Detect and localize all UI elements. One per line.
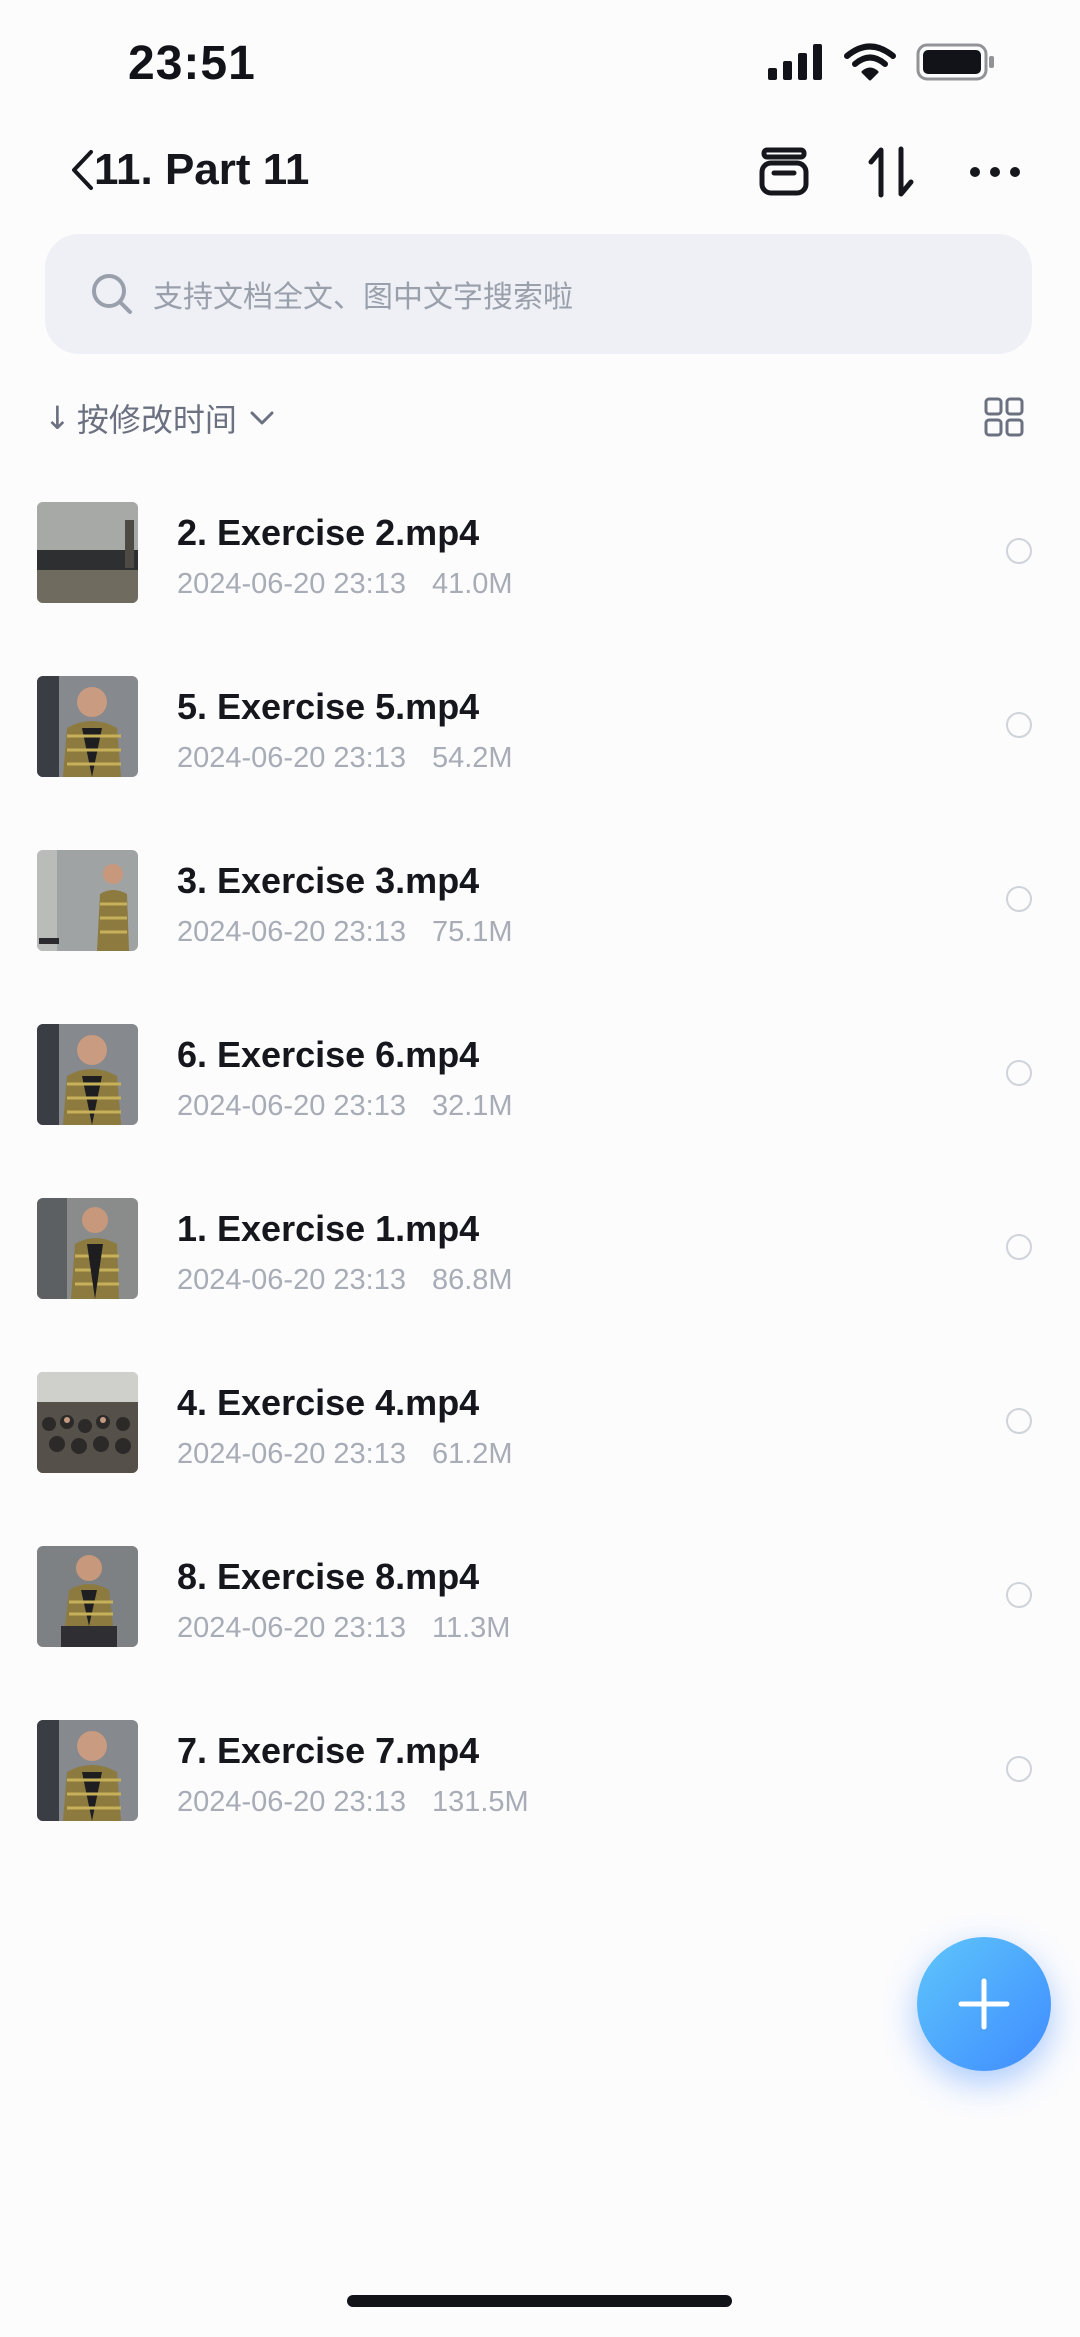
video-thumbnail [37,1372,138,1473]
more-icon [970,167,1020,177]
file-name: 4. Exercise 4.mp4 [177,1382,480,1423]
archive-button[interactable] [752,140,816,204]
file-meta: 2024-06-20 23:13 86.8M [177,1264,513,1297]
video-thumbnail [37,676,138,777]
more-button[interactable] [963,140,1027,204]
file-size: 32.1M [431,1090,513,1122]
select-checkbox[interactable] [1006,1060,1032,1086]
file-date: 2024-06-20 23:13 [177,742,406,774]
search-input[interactable]: 支持文档全文、图中文字搜索啦 [45,234,1032,354]
sort-button[interactable] [859,140,923,204]
select-checkbox[interactable] [1006,1408,1032,1434]
file-date: 2024-06-20 23:13 [177,1438,406,1470]
search-placeholder: 支持文档全文、图中文字搜索啦 [153,280,573,315]
file-name: 7. Exercise 7.mp4 [177,1730,480,1771]
video-thumbnail [37,1024,138,1125]
select-checkbox[interactable] [1006,538,1032,564]
file-date: 2024-06-20 23:13 [177,1786,406,1818]
select-checkbox[interactable] [1006,712,1032,738]
file-meta: 2024-06-20 23:13 75.1M [177,916,513,949]
select-checkbox[interactable] [1006,1756,1032,1782]
file-meta: 2024-06-20 23:13 131.5M [177,1786,529,1819]
file-size: 54.2M [431,742,513,774]
file-meta: 2024-06-20 23:13 11.3M [177,1612,510,1645]
file-meta: 2024-06-20 23:13 54.2M [177,742,513,775]
file-date: 2024-06-20 23:13 [177,1090,406,1122]
file-row[interactable]: 6. Exercise 6.mp4 2024-06-20 23:13 32.1M [0,1002,1080,1176]
grid-view-icon [984,397,1024,437]
file-date: 2024-06-20 23:13 [177,1264,406,1296]
page-title: 11. Part 11 [94,145,310,194]
file-name: 1. Exercise 1.mp4 [177,1208,480,1249]
battery-icon [916,43,996,86]
wifi-icon [844,43,896,86]
video-thumbnail [37,1720,138,1821]
file-name: 6. Exercise 6.mp4 [177,1034,480,1075]
file-row[interactable]: 5. Exercise 5.mp4 2024-06-20 23:13 54.2M [0,654,1080,828]
add-button[interactable] [917,1937,1051,2071]
archive-icon [759,147,809,196]
plus-icon [958,1978,1010,2030]
file-row[interactable]: 3. Exercise 3.mp4 2024-06-20 23:13 75.1M [0,828,1080,1002]
file-size: 131.5M [431,1786,529,1818]
file-size: 61.2M [431,1438,513,1470]
file-row[interactable]: 7. Exercise 7.mp4 2024-06-20 23:13 131.5M [0,1698,1080,1872]
file-date: 2024-06-20 23:13 [177,1612,406,1644]
file-meta: 2024-06-20 23:13 32.1M [177,1090,513,1123]
file-row[interactable]: 4. Exercise 4.mp4 2024-06-20 23:13 61.2M [0,1350,1080,1524]
file-browser-screen: 23:51 11. Part 11 支持文档全文、图中文字搜索啦 ↓ 按修改时间… [0,0,1080,2337]
signal-icon [768,43,824,85]
file-row[interactable]: 1. Exercise 1.mp4 2024-06-20 23:13 86.8M [0,1176,1080,1350]
file-name: 5. Exercise 5.mp4 [177,686,480,727]
sort-label: 按修改时间 [76,401,237,439]
file-size: 86.8M [431,1264,513,1296]
sort-direction-arrow: ↓ [44,399,71,437]
file-name: 2. Exercise 2.mp4 [177,512,480,553]
file-date: 2024-06-20 23:13 [177,568,406,600]
file-meta: 2024-06-20 23:13 61.2M [177,1438,513,1471]
file-name: 8. Exercise 8.mp4 [177,1556,480,1597]
status-time: 23:51 [128,37,256,90]
home-indicator[interactable] [347,2295,732,2307]
chevron-left-icon [72,150,93,190]
file-date: 2024-06-20 23:13 [177,916,406,948]
select-checkbox[interactable] [1006,886,1032,912]
status-icons [768,43,996,86]
video-thumbnail [37,1198,138,1299]
file-meta: 2024-06-20 23:13 41.0M [177,568,513,601]
file-size: 41.0M [431,568,513,600]
search-icon [89,271,135,317]
chevron-down-icon [250,411,274,425]
file-size: 75.1M [431,916,513,948]
select-checkbox[interactable] [1006,1234,1032,1260]
select-checkbox[interactable] [1006,1582,1032,1608]
file-size: 11.3M [431,1612,511,1644]
grid-view-button[interactable] [984,397,1024,437]
file-row[interactable]: 2. Exercise 2.mp4 2024-06-20 23:13 41.0M [0,480,1080,654]
file-row[interactable]: 8. Exercise 8.mp4 2024-06-20 23:13 11.3M [0,1524,1080,1698]
video-thumbnail [37,1546,138,1647]
video-thumbnail [37,850,138,951]
file-name: 3. Exercise 3.mp4 [177,860,480,901]
video-thumbnail [37,502,138,603]
sort-selector[interactable]: ↓ 按修改时间 [44,395,275,441]
sort-arrows-icon [868,146,914,198]
